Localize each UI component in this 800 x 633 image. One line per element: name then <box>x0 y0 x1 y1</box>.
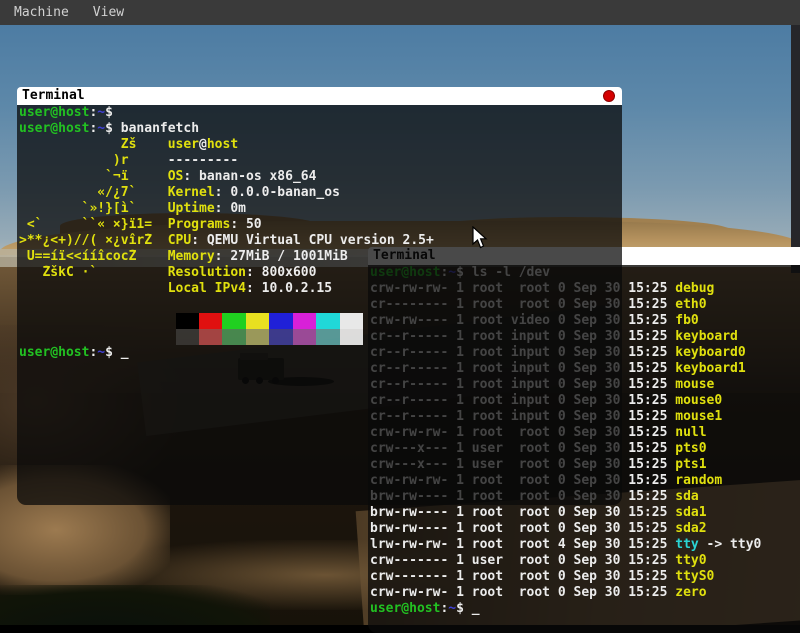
terminal1-titlebar[interactable]: Terminal <box>17 87 622 105</box>
terminal-line <box>19 313 622 329</box>
wallpaper-dark-rocks <box>0 585 270 625</box>
terminal-line: crw------- 1 user root 0 Sep 30 15:25 tt… <box>370 553 800 569</box>
terminal-line: Local IPv4: 10.0.2.15 <box>19 281 622 297</box>
terminal-line: `¬ï OS: banan-os x86_64 <box>19 169 622 185</box>
palette-color-block <box>246 329 269 345</box>
terminal-line: lrw-rw-rw- 1 root root 4 Sep 30 15:25 tt… <box>370 537 800 553</box>
menu-machine[interactable]: Machine <box>0 0 81 25</box>
palette-color-block <box>316 329 339 345</box>
palette-color-block <box>316 313 339 329</box>
palette-color-block <box>222 313 245 329</box>
palette-color-block <box>222 329 245 345</box>
menu-view[interactable]: View <box>81 0 136 25</box>
palette-color-block <box>176 329 199 345</box>
mouse-cursor-icon <box>472 226 489 254</box>
wallpaper-edge-strip <box>791 25 800 273</box>
palette-color-block <box>199 329 222 345</box>
terminal-line: «/¿7` Kernel: 0.0.0-banan_os <box>19 185 622 201</box>
terminal-line <box>19 297 622 313</box>
terminal-line: user@host:~$ _ <box>370 601 800 617</box>
terminal-line: >**¿<+)//( ×¿vîrŽ CPU: QEMU Virtual CPU … <box>19 233 622 249</box>
terminal-line: brw-rw---- 1 root root 0 Sep 30 15:25 sd… <box>370 505 800 521</box>
terminal-window-bananfetch[interactable]: Terminal user@host:~$ user@host:~$ banan… <box>17 87 622 505</box>
palette-color-block <box>293 313 316 329</box>
terminal-line: <` ``« ×}ï1= Programs: 50 <box>19 217 622 233</box>
terminal1-title: Terminal <box>22 88 85 103</box>
palette-color-block <box>269 329 292 345</box>
terminal-line: user@host:~$ _ <box>19 345 622 361</box>
terminal-line: ŽškC ·` Resolution: 800x600 <box>19 265 622 281</box>
terminal-line: Zš user@host <box>19 137 622 153</box>
palette-color-block <box>293 329 316 345</box>
palette-color-block <box>340 313 363 329</box>
palette-color-block <box>340 329 363 345</box>
terminal-line: user@host:~$ bananfetch <box>19 121 622 137</box>
terminal-line: `»!}[ì` Uptime: 0m <box>19 201 622 217</box>
terminal-line: crw------- 1 root root 0 Sep 30 15:25 tt… <box>370 569 800 585</box>
palette-color-block <box>176 313 199 329</box>
terminal-line: crw-rw-rw- 1 root root 0 Sep 30 15:25 ze… <box>370 585 800 601</box>
terminal-line: )r --------- <box>19 153 622 169</box>
terminal-line: brw-rw---- 1 root root 0 Sep 30 15:25 sd… <box>370 521 800 537</box>
terminal-line: user@host:~$ <box>19 105 622 121</box>
palette-color-block <box>199 313 222 329</box>
terminal1-content[interactable]: user@host:~$ user@host:~$ bananfetch Zš … <box>17 105 622 505</box>
palette-color-block <box>246 313 269 329</box>
terminal-line <box>19 329 622 345</box>
vm-menubar: Machine View <box>0 0 800 25</box>
palette-color-block <box>269 313 292 329</box>
close-icon[interactable] <box>603 90 615 102</box>
terminal-line: U==íï<<ííîcocŽ Memory: 27MiB / 1001MiB <box>19 249 622 265</box>
